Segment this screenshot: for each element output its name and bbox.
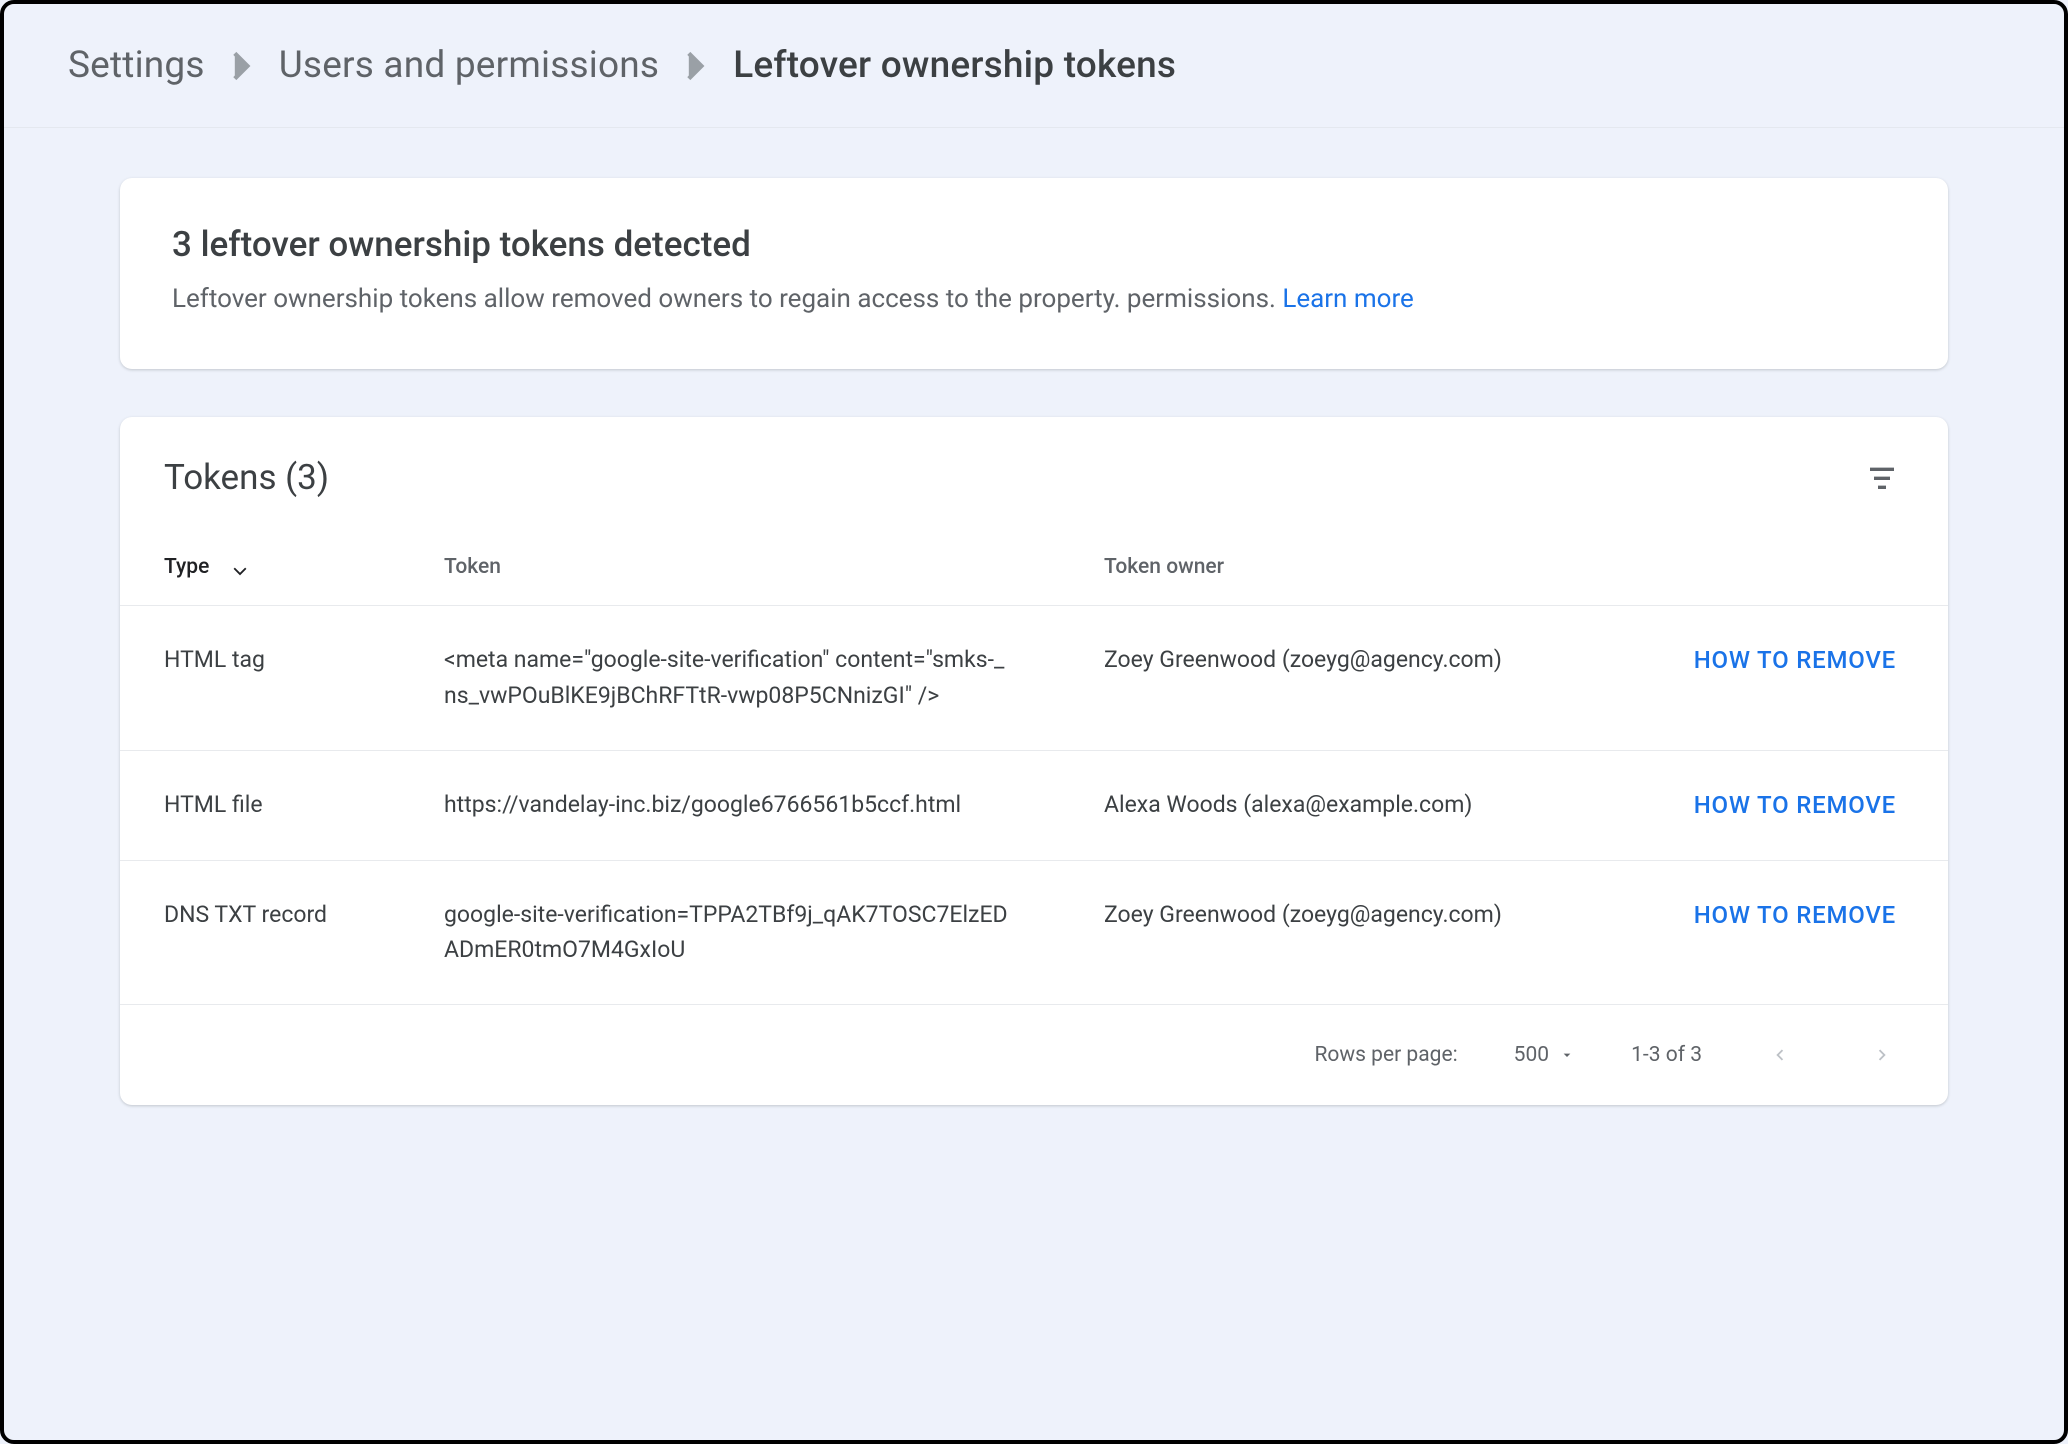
table-row: DNS TXT record google-site-verification=…	[120, 860, 1948, 1004]
pagination: Rows per page: 500 1-3 of 3	[120, 1005, 1948, 1105]
how-to-remove-link[interactable]: HOW TO REMOVE	[1694, 646, 1896, 674]
how-to-remove-link[interactable]: HOW TO REMOVE	[1694, 901, 1896, 929]
next-page-button[interactable]	[1860, 1033, 1904, 1077]
tokens-card: Tokens (3) Type Token Token owner	[120, 417, 1948, 1105]
tokens-table: Type Token Token owner HTML tag <meta na…	[120, 555, 1948, 1005]
column-header-token[interactable]: Token	[400, 555, 1060, 606]
tokens-title: Tokens (3)	[164, 457, 329, 498]
breadcrumb-users-permissions[interactable]: Users and permissions	[279, 47, 660, 84]
chevron-right-icon	[233, 51, 251, 81]
table-row: HTML file https://vandelay-inc.biz/googl…	[120, 750, 1948, 860]
column-header-action	[1620, 555, 1948, 606]
dropdown-arrow-icon	[1559, 1047, 1575, 1063]
cell-type: HTML tag	[120, 606, 400, 750]
cell-type: HTML file	[120, 750, 400, 860]
filter-button[interactable]	[1860, 455, 1904, 499]
cell-owner: Zoey Greenwood (zoeyg@agency.com)	[1060, 860, 1620, 1004]
cell-owner: Alexa Woods (alexa@example.com)	[1060, 750, 1620, 860]
content-area: 3 leftover ownership tokens detected Lef…	[4, 128, 2064, 1440]
learn-more-link[interactable]: Learn more	[1282, 284, 1414, 314]
alert-body: Leftover ownership tokens allow removed …	[172, 279, 1896, 319]
rows-per-page-value: 500	[1514, 1043, 1549, 1067]
cell-type: DNS TXT record	[120, 860, 400, 1004]
table-row: HTML tag <meta name="google-site-verific…	[120, 606, 1948, 750]
column-header-type[interactable]: Type	[120, 555, 400, 606]
alert-card: 3 leftover ownership tokens detected Lef…	[120, 178, 1948, 369]
arrow-down-icon	[229, 557, 251, 579]
rows-per-page-select[interactable]: 500	[1514, 1043, 1575, 1067]
chevron-left-icon	[1769, 1044, 1791, 1066]
filter-list-icon	[1866, 461, 1898, 493]
breadcrumb: Settings Users and permissions Leftover …	[4, 4, 2064, 128]
cell-token: google-site-verification=TPPA2TBf9j_qAK7…	[400, 860, 1060, 1004]
alert-body-text: Leftover ownership tokens allow removed …	[172, 284, 1282, 314]
pagination-range: 1-3 of 3	[1631, 1043, 1702, 1067]
cell-token: <meta name="google-site-verification" co…	[400, 606, 1060, 750]
chevron-right-icon	[687, 51, 705, 81]
breadcrumb-current: Leftover ownership tokens	[733, 47, 1176, 84]
app-frame: Settings Users and permissions Leftover …	[0, 0, 2068, 1444]
breadcrumb-settings[interactable]: Settings	[68, 47, 205, 84]
column-header-owner[interactable]: Token owner	[1060, 555, 1620, 606]
alert-title: 3 leftover ownership tokens detected	[172, 224, 1896, 265]
tokens-header: Tokens (3)	[120, 417, 1948, 555]
cell-token: https://vandelay-inc.biz/google6766561b5…	[400, 750, 1060, 860]
chevron-right-icon	[1871, 1044, 1893, 1066]
previous-page-button[interactable]	[1758, 1033, 1802, 1077]
rows-per-page-label: Rows per page:	[1314, 1043, 1457, 1067]
how-to-remove-link[interactable]: HOW TO REMOVE	[1694, 791, 1896, 819]
cell-owner: Zoey Greenwood (zoeyg@agency.com)	[1060, 606, 1620, 750]
